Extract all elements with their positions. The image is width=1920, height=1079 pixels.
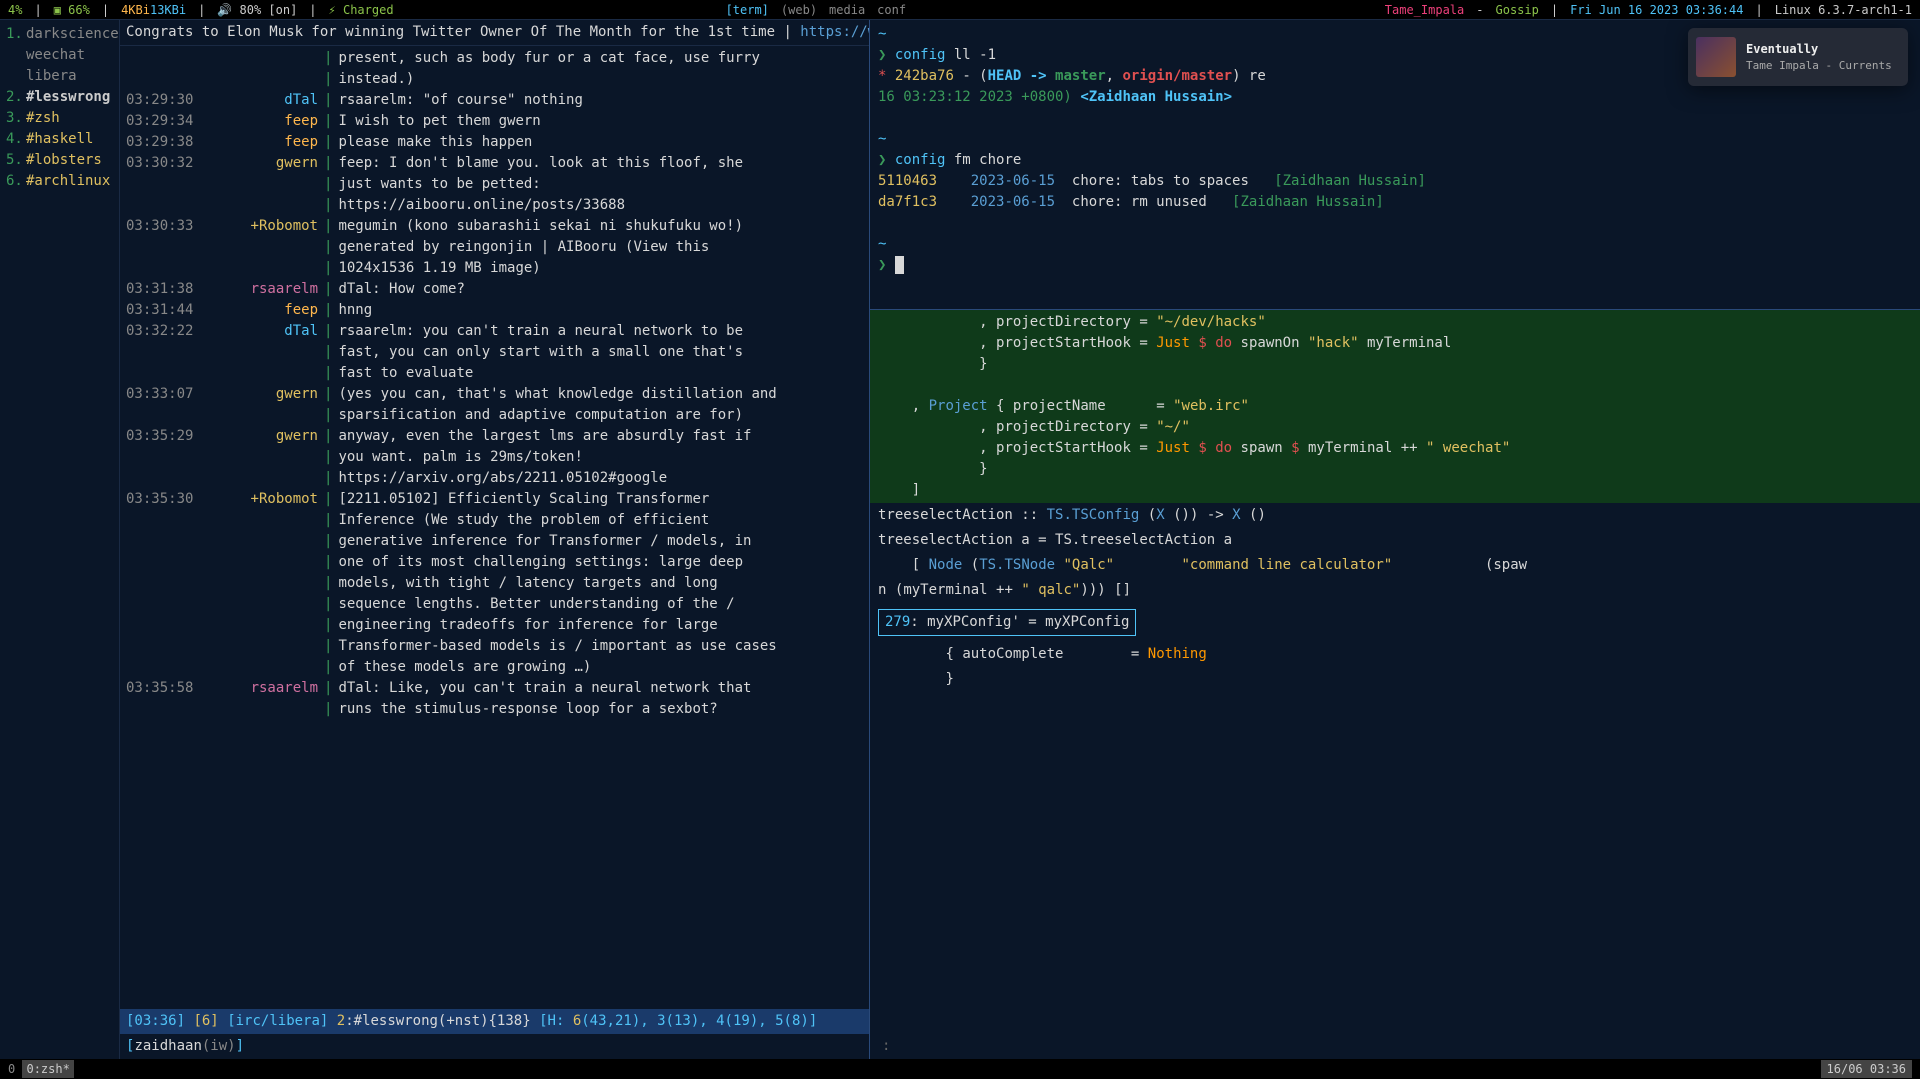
workspace-conf[interactable]: conf	[877, 1, 906, 19]
message-row: 03:30:32gwern|feep: I don't blame you. l…	[126, 153, 869, 174]
channel-topic: Congrats to Elon Musk for winning Twitte…	[120, 20, 869, 46]
workspace-media[interactable]: media	[829, 1, 865, 19]
message-row: |runs the stimulus-response loop for a s…	[126, 699, 869, 720]
code-line: , Project { projectName = "web.irc"	[878, 396, 1912, 417]
message-row: |https://arxiv.org/abs/2211.05102#google	[126, 468, 869, 489]
message-row: |sparsification and adaptive computation…	[126, 405, 869, 426]
git-log-row: da7f1c3 2023-06-15 chore: rm unused [Zai…	[878, 192, 1912, 213]
buffer-weechat[interactable]: weechat	[26, 45, 85, 66]
message-row: |1024x1536 1.19 MB image)	[126, 258, 869, 279]
album-art	[1696, 37, 1736, 77]
tmux-clock: 16/06 03:36	[1821, 1060, 1912, 1078]
music-notification[interactable]: Eventually Tame Impala - Currents	[1688, 28, 1908, 86]
code-line: { autoComplete = Nothing	[870, 642, 1920, 667]
buffer-libera[interactable]: libera	[26, 66, 77, 87]
workspace-web[interactable]: (web)	[781, 1, 817, 19]
message-row: 03:30:33+Robomot|megumin (kono subarashi…	[126, 216, 869, 237]
message-row: 03:33:07gwern|(yes you can, that's what …	[126, 384, 869, 405]
message-row: |of these models are growing …)	[126, 657, 869, 678]
message-row: |you want. palm is 29ms/token!	[126, 447, 869, 468]
kernel-version: Linux 6.3.7-arch1-1	[1775, 1, 1912, 19]
notification-title: Eventually	[1746, 40, 1892, 58]
message-row: |sequence lengths. Better understanding …	[126, 594, 869, 615]
code-line: }	[878, 354, 1912, 375]
message-row: |instead.)	[126, 69, 869, 90]
code-editor[interactable]: , projectDirectory = "~/dev/hacks" , pro…	[870, 310, 1920, 1059]
workspace-term[interactable]: [term]	[726, 1, 769, 19]
code-highlight-box: 279: myXPConfig' = myXPConfig	[878, 609, 1136, 636]
channel-lesswrong[interactable]: #lesswrong	[26, 87, 110, 108]
message-row: |engineering tradeoffs for inference for…	[126, 615, 869, 636]
irc-pane: 1.darkscience weechat libera 2.#lesswron…	[0, 20, 870, 1059]
top-statusbar: 4% | ▣ 66% | 4KBi13KBi | 🔊 80% [on] | ⚡ …	[0, 0, 1920, 20]
message-row: |generative inference for Transformer / …	[126, 531, 869, 552]
code-line: ]	[878, 480, 1912, 501]
message-row: 03:35:30+Robomot|[2211.05102] Efficientl…	[126, 489, 869, 510]
message-log[interactable]: |present, such as body fur or a cat face…	[120, 46, 869, 1009]
now-playing-track: Gossip	[1496, 1, 1539, 19]
message-row: |generated by reingonjin | AIBooru (View…	[126, 237, 869, 258]
code-line: , projectDirectory = "~/dev/hacks"	[878, 312, 1912, 333]
code-line: , projectStartHook = Just $ do spawnOn "…	[878, 333, 1912, 354]
message-row: |Inference (We study the problem of effi…	[126, 510, 869, 531]
clock: Fri Jun 16 2023 03:36:44	[1570, 1, 1743, 19]
net-up: 13KBi	[150, 3, 186, 17]
tmux-session-num: 0	[8, 1060, 15, 1078]
code-line: [ Node (TS.TSNode "Qalc" "command line c…	[870, 553, 1920, 578]
pane-colon: :	[876, 1036, 896, 1057]
weechat-statusbar: [03:36] [6] [irc/libera] 2:#lesswrong(+n…	[120, 1009, 869, 1034]
git-log-row: 5110463 2023-06-15 chore: tabs to spaces…	[878, 171, 1912, 192]
code-line: treeselectAction :: TS.TSConfig (X ()) -…	[870, 503, 1920, 528]
now-playing-artist: Tame_Impala	[1385, 1, 1464, 19]
channel-haskell[interactable]: #haskell	[26, 129, 93, 150]
channel-archlinux[interactable]: #archlinux	[26, 171, 110, 192]
message-row: |present, such as body fur or a cat face…	[126, 48, 869, 69]
message-row: |one of its most challenging settings: l…	[126, 552, 869, 573]
weechat-input[interactable]: [zaidhaan(iw)]	[120, 1034, 869, 1059]
message-row: |fast, you can only start with a small o…	[126, 342, 869, 363]
message-row: 03:31:44feep|hnng	[126, 300, 869, 321]
message-row: 03:31:38rsaarelm|dTal: How come?	[126, 279, 869, 300]
message-row: |models, with tight / latency targets an…	[126, 573, 869, 594]
code-line: , projectDirectory = "~/"	[878, 417, 1912, 438]
channel-zsh[interactable]: #zsh	[26, 108, 60, 129]
net-down: 4KBi	[121, 3, 150, 17]
message-row: 03:29:38feep|please make this happen	[126, 132, 869, 153]
cpu-usage: 4%	[8, 1, 22, 19]
code-line: }	[878, 459, 1912, 480]
code-line	[878, 375, 1912, 396]
code-line: }	[870, 667, 1920, 692]
tmux-window[interactable]: 0:zsh*	[22, 1060, 73, 1078]
code-line: n (myTerminal ++ " qalc"))) []	[870, 578, 1920, 603]
message-row: 03:35:29gwern|anyway, even the largest l…	[126, 426, 869, 447]
terminal-pane: ~ ❯ config ll -1 * 242ba76 - (HEAD -> ma…	[870, 20, 1920, 1059]
message-row: |https://aibooru.online/posts/33688	[126, 195, 869, 216]
volume: 80% [on]	[240, 3, 298, 17]
terminal-cursor	[895, 256, 904, 274]
code-line: , projectStartHook = Just $ do spawn $ m…	[878, 438, 1912, 459]
message-row: 03:29:34feep|I wish to pet them gwern	[126, 111, 869, 132]
message-row: 03:35:58rsaarelm|dTal: Like, you can't t…	[126, 678, 869, 699]
server-name[interactable]: darkscience	[26, 24, 119, 45]
code-line: treeselectAction a = TS.treeselectAction…	[870, 528, 1920, 553]
channel-list: 1.darkscience weechat libera 2.#lesswron…	[0, 20, 120, 1059]
channel-lobsters[interactable]: #lobsters	[26, 150, 102, 171]
message-row: 03:32:22dTal|rsaarelm: you can't train a…	[126, 321, 869, 342]
message-row: |fast to evaluate	[126, 363, 869, 384]
notification-subtitle: Tame Impala - Currents	[1746, 58, 1892, 75]
tmux-statusbar: 0 0:zsh* 16/06 03:36	[0, 1059, 1920, 1079]
message-row: |just wants to be petted:	[126, 174, 869, 195]
power-state: Charged	[343, 3, 394, 17]
message-row: |Transformer-based models is / important…	[126, 636, 869, 657]
message-row: 03:29:30dTal|rsaarelm: "of course" nothi…	[126, 90, 869, 111]
battery-pct: 66%	[68, 3, 90, 17]
